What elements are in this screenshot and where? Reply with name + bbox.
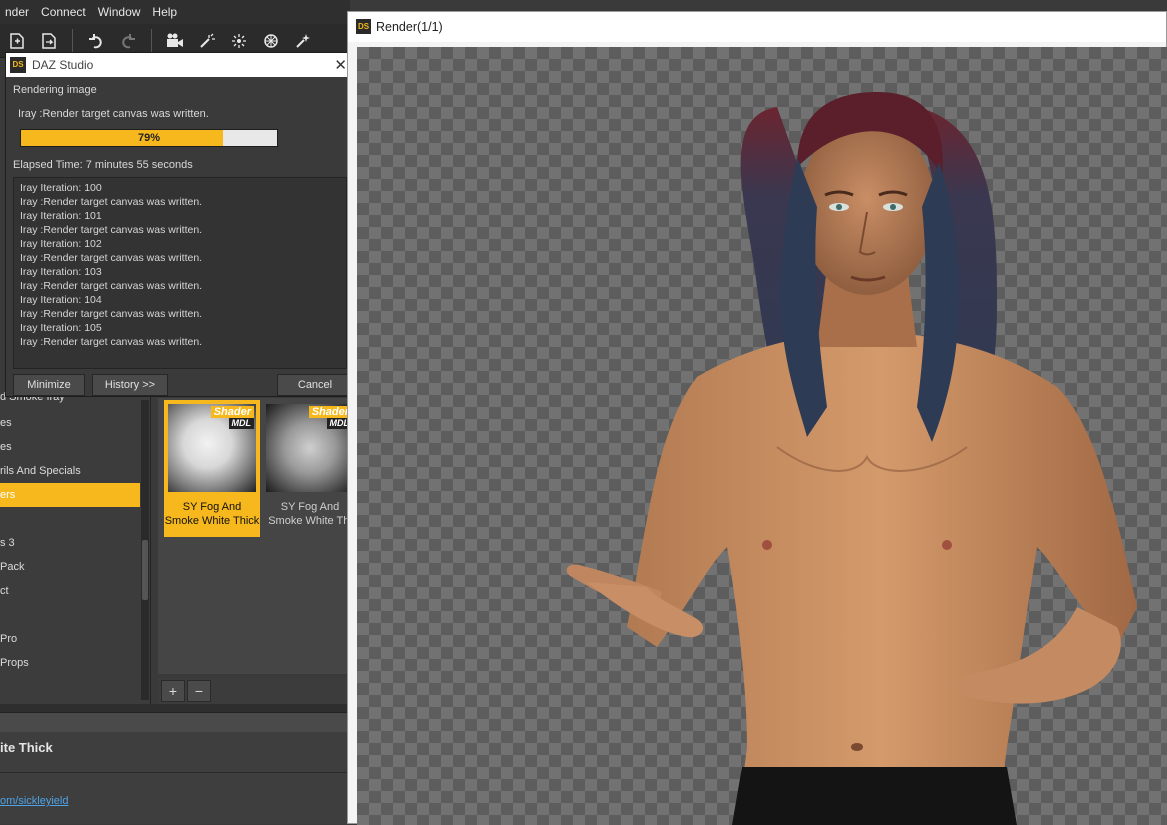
new-scene-icon[interactable]: [4, 28, 30, 54]
log-line: Iray Iteration: 100: [20, 182, 102, 194]
log-line: Iray :Render target canvas was written.: [20, 196, 203, 208]
category-item-selected[interactable]: ers: [0, 483, 140, 507]
category-item[interactable]: Pro: [0, 627, 141, 651]
log-line: Iray :Render target canvas was written.: [20, 308, 203, 320]
history-button[interactable]: History >>: [92, 374, 168, 396]
info-header: [0, 712, 350, 733]
menu-render[interactable]: nder: [0, 5, 36, 19]
undo-icon[interactable]: [83, 28, 109, 54]
menubar: nder Connect Window Help: [0, 0, 350, 24]
asset-label: SY Fog And Smoke White Thick: [164, 501, 260, 527]
scrollbar-thumb[interactable]: [142, 540, 148, 600]
progress-label: 79%: [137, 132, 161, 144]
merge-icon[interactable]: [36, 28, 62, 54]
menu-help[interactable]: Help: [147, 5, 184, 19]
log-line: Iray :Render target canvas was written.: [20, 224, 203, 236]
content-pane: Shader MDL SY Fog And Smoke White Thick S…: [158, 398, 354, 674]
render-progress-dialog: DS DAZ Studio ✕ Rendering image Iray :Re…: [5, 52, 353, 397]
remove-button[interactable]: −: [187, 680, 211, 702]
content-library-categories: d Smoke Iray es es rils And Specials ers…: [0, 391, 151, 704]
log-line: Iray Iteration: 103: [20, 266, 102, 278]
dialog-titlebar[interactable]: DS DAZ Studio ✕: [6, 53, 349, 77]
category-item[interactable]: [0, 603, 141, 627]
dialog-title: DAZ Studio: [32, 58, 94, 72]
log-line: Iray Iteration: 102: [20, 238, 102, 250]
panel-splitter[interactable]: [0, 704, 350, 712]
log-line: Iray :Render target canvas was written.: [20, 252, 203, 264]
elapsed-time: Elapsed Time: 7 minutes 55 seconds: [13, 159, 193, 171]
minimize-button[interactable]: Minimize: [13, 374, 85, 396]
daz-logo-icon: DS: [356, 19, 371, 34]
shader-badge: Shader: [210, 406, 254, 418]
close-icon[interactable]: ✕: [334, 56, 347, 74]
menu-window[interactable]: Window: [93, 5, 148, 19]
menu-connect[interactable]: Connect: [36, 5, 93, 19]
camera-icon[interactable]: [162, 28, 188, 54]
asset-tile[interactable]: Shader MDL SY Fog And Smoke White Thick: [164, 400, 260, 537]
render-window: DS Render(1/1): [347, 11, 1167, 825]
daz-logo-icon: DS: [10, 57, 26, 73]
sun-icon[interactable]: [258, 28, 284, 54]
render-window-titlebar[interactable]: DS Render(1/1): [348, 12, 1166, 42]
category-item[interactable]: [0, 507, 141, 531]
asset-tile[interactable]: Shader MDL SY Fog And Smoke White Thi: [262, 400, 358, 537]
log-line: Iray :Render target canvas was written.: [20, 336, 203, 348]
category-item[interactable]: es: [0, 411, 141, 435]
category-scrollbar[interactable]: [141, 400, 149, 700]
vendor-link[interactable]: om/sickleyield: [0, 795, 68, 807]
category-item[interactable]: s 3: [0, 531, 141, 555]
shader-badge: Shader: [308, 406, 352, 418]
category-item[interactable]: ct: [0, 579, 141, 603]
log-line: Iray Iteration: 105: [20, 322, 102, 334]
add-button[interactable]: +: [161, 680, 185, 702]
render-window-title: Render(1/1): [376, 20, 443, 34]
redo-icon[interactable]: [115, 28, 141, 54]
category-item[interactable]: Pack: [0, 555, 141, 579]
category-item[interactable]: rils And Specials: [0, 459, 141, 483]
category-item[interactable]: es: [0, 435, 141, 459]
asset-label: SY Fog And Smoke White Thi: [268, 501, 352, 527]
log-line: Iray :Render target canvas was written.: [20, 280, 203, 292]
category-item[interactable]: Props: [0, 651, 141, 675]
rendered-figure: [566, 92, 1137, 825]
spotlight-icon[interactable]: [226, 28, 252, 54]
render-canvas[interactable]: [357, 47, 1167, 825]
log-line: Iray Iteration: 104: [20, 294, 102, 306]
light-icon[interactable]: [194, 28, 220, 54]
render-message: Iray :Render target canvas was written.: [18, 108, 209, 120]
render-status: Rendering image: [13, 84, 97, 96]
progress-bar: 79%: [20, 129, 278, 147]
wand-icon[interactable]: [290, 28, 316, 54]
log-line: Iray Iteration: 101: [20, 210, 102, 222]
render-log[interactable]: Iray Iteration: 100 Iray :Render target c…: [13, 177, 347, 369]
mdl-badge: MDL: [228, 418, 254, 429]
cancel-button[interactable]: Cancel: [277, 374, 353, 396]
info-panel: ite Thick om/sickleyield: [0, 732, 350, 824]
content-pane-toolbar: + −: [158, 678, 350, 704]
asset-info-title: ite Thick: [0, 740, 53, 755]
